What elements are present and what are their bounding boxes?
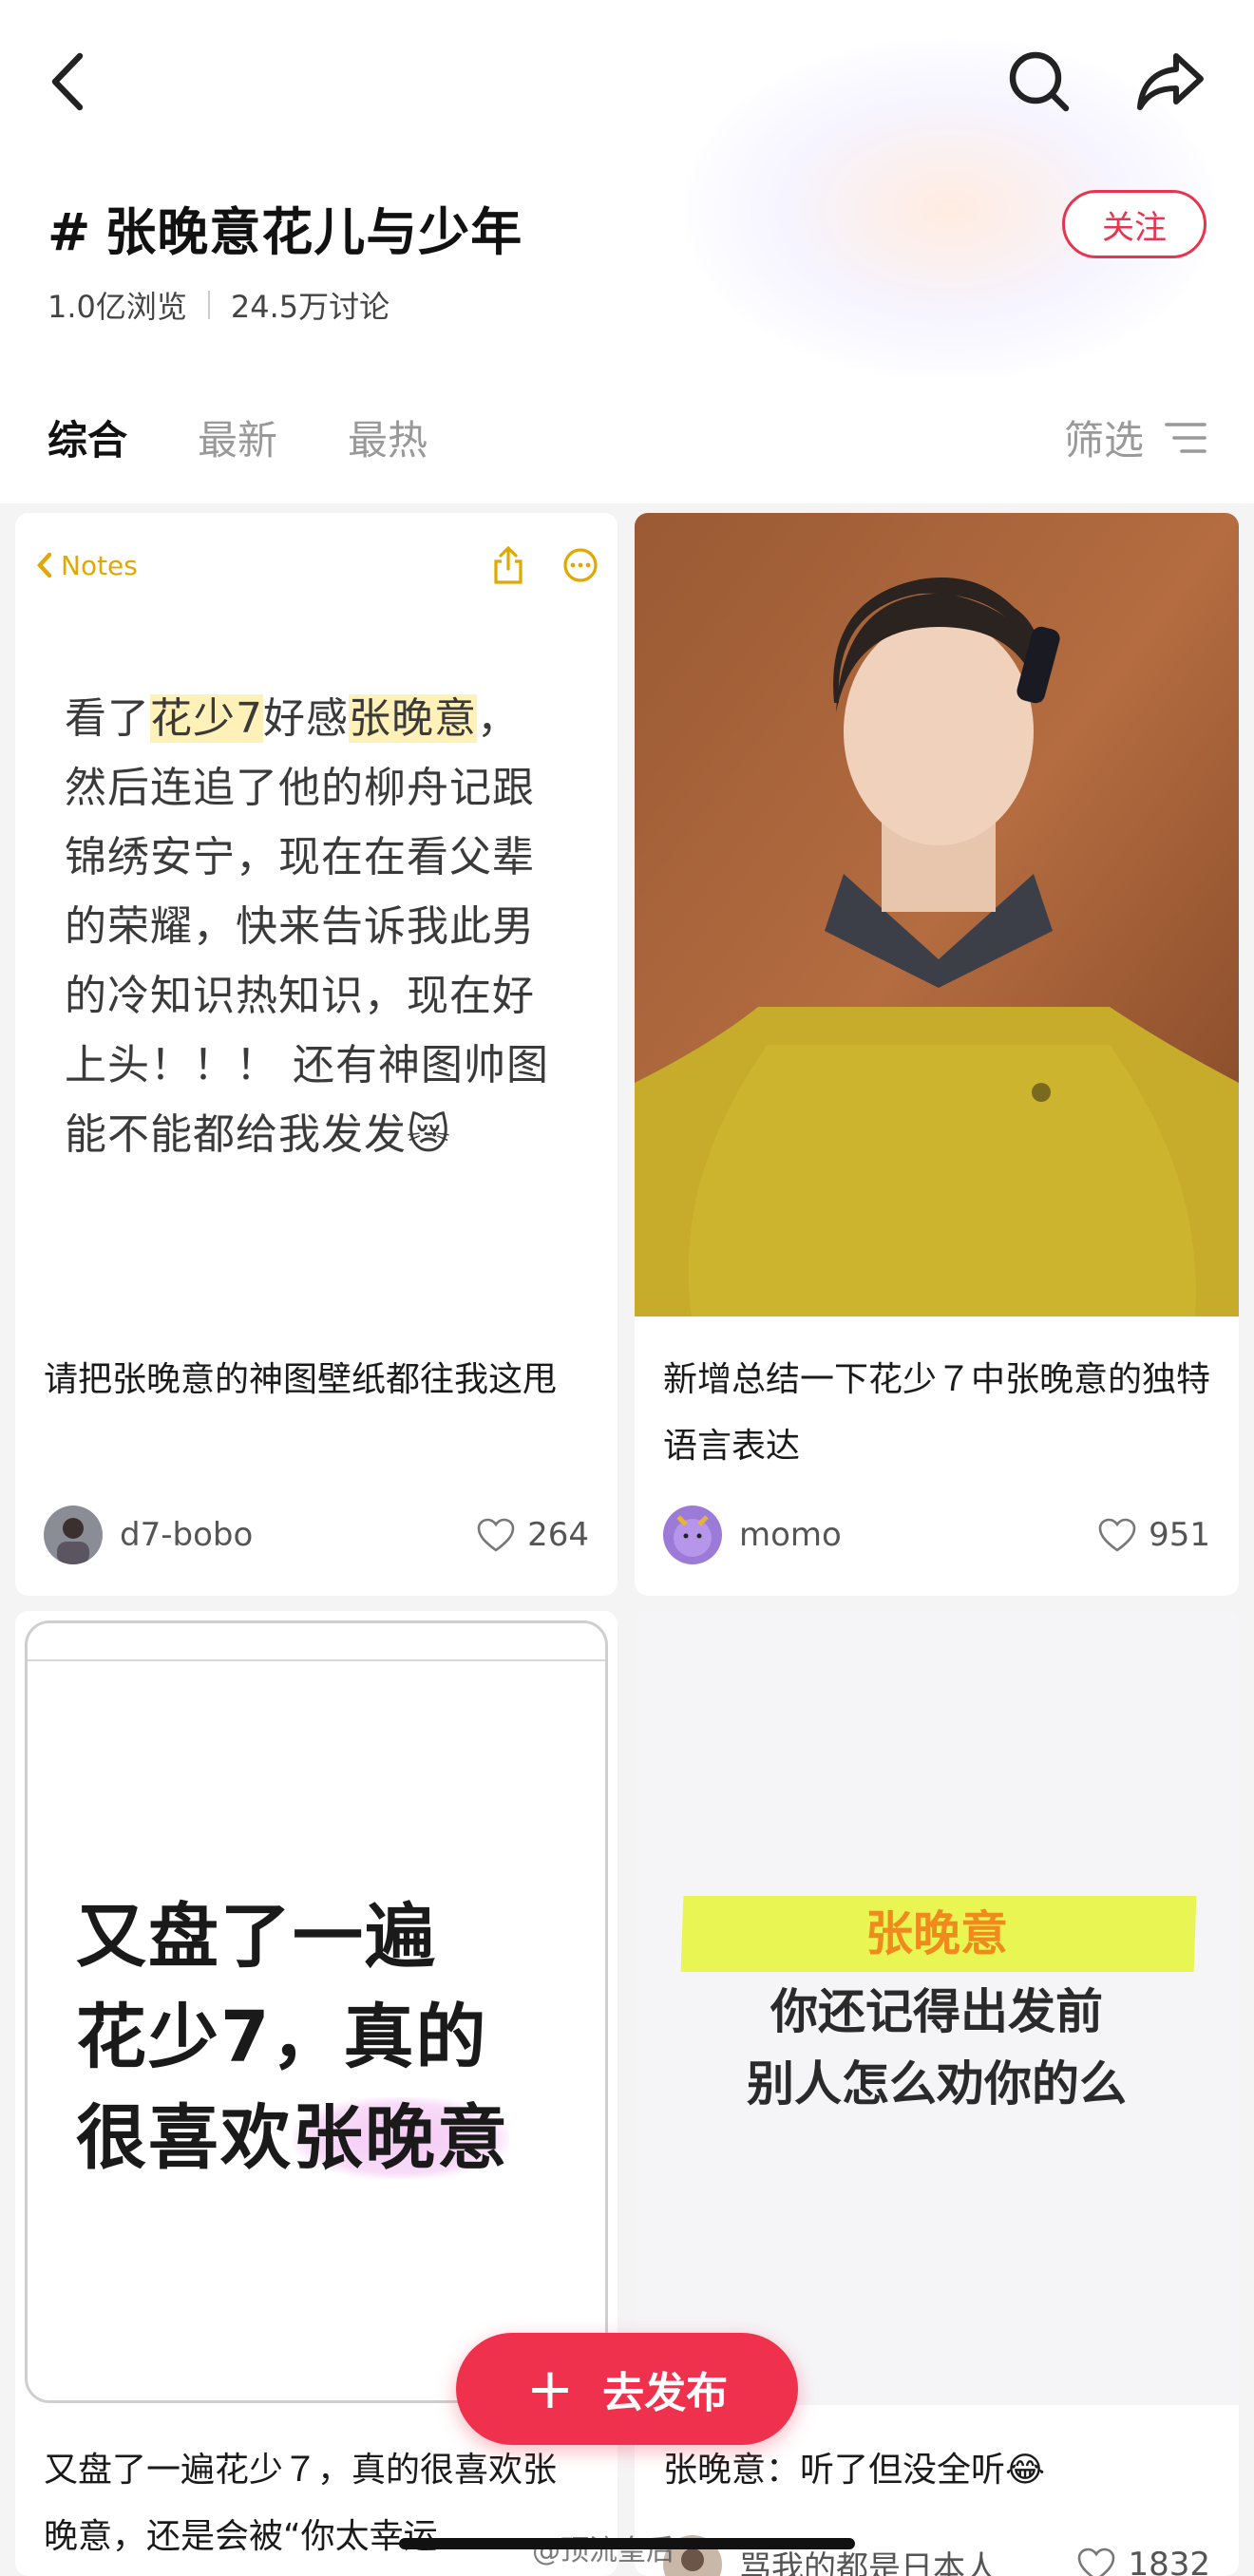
post-meta: momo 951 [663, 1505, 1210, 1565]
follow-button[interactable]: 关注 [1062, 190, 1206, 258]
post-card-photo[interactable]: 新增总结一下花少７中张晚意的独特语言表达 momo 951 [635, 513, 1239, 1596]
views-count: 1.0亿浏览 [48, 289, 187, 325]
notes-text: 好感 [263, 694, 349, 743]
search-button[interactable] [999, 42, 1079, 122]
notes-line: 然后连追了他的柳舟记跟 [65, 764, 535, 812]
search-icon [1009, 51, 1070, 112]
topic-title-text: 张晚意花儿与少年 [104, 202, 523, 262]
notes-toolbar: Notes [34, 532, 598, 598]
like-button[interactable]: 1832 [1076, 2546, 1210, 2576]
post-meta: d7-bobo 264 [44, 1505, 589, 1565]
notes-text: 看了 [65, 694, 150, 743]
post-caption: 又盘了一遍花少７，真的很喜欢张晚意，还是会被“你太幸运 [44, 2451, 558, 2556]
notes-line: 的荣耀，快来告诉我此男 [65, 902, 535, 951]
post-image [635, 513, 1239, 1316]
notes-more-icon [563, 548, 598, 582]
notes-back-label: Notes [61, 549, 138, 581]
notes-back: Notes [34, 550, 138, 581]
status-line [28, 1659, 605, 1661]
notes-highlight: 花少7 [150, 694, 263, 743]
filter-label: 筛选 [1063, 417, 1144, 464]
post-image: 又盘了一遍 花少7，真的 很喜欢张晚意 [15, 1611, 618, 2415]
post-caption: 请把张晚意的神图壁纸都往我这甩 [44, 1360, 558, 1399]
post-caption: 新增总结一下花少７中张晚意的独特语言表达 [663, 1360, 1211, 1466]
filter-icon [1165, 422, 1206, 453]
avatar[interactable] [663, 1506, 722, 1564]
tab-latest[interactable]: 最新 [198, 408, 277, 466]
publish-button[interactable]: + 去发布 [456, 2333, 798, 2445]
hashtag-symbol: # [48, 202, 92, 262]
quote-name: 张晚意 [865, 1906, 1008, 1961]
notes-highlight: 张晚意 [349, 694, 477, 743]
topic-stats: 1.0亿浏览 24.5万讨论 [48, 283, 390, 327]
post-card-notes[interactable]: Notes 看了花少7好感张晚意， 然后连追了他的柳舟记跟 锦绣安宁，现在在看父… [15, 513, 618, 1596]
quote-line: 别人怎么劝你的么 [747, 2056, 1127, 2112]
notes-line: 能不能都给我发发 [65, 1110, 407, 1159]
author-name[interactable]: momo [739, 1516, 1097, 1554]
chevron-left-icon [51, 52, 84, 111]
post-caption: 张晚意：听了但没全听😂 [663, 2451, 1046, 2490]
heart-icon [1098, 1518, 1136, 1552]
notes-body: 看了花少7好感张晚意， 然后连追了他的柳舟记跟 锦绣安宁，现在在看父辈 的荣耀，… [65, 684, 580, 1169]
image-text-line: 很喜欢 [76, 2097, 293, 2179]
notes-line: 上头！！！ 还有神图帅图 [65, 1041, 549, 1089]
cat-emoji: 😿 [407, 1110, 451, 1159]
publish-label: 去发布 [602, 2369, 729, 2417]
like-count: 1832 [1128, 2546, 1210, 2576]
image-text-line: 又盘了一遍 [76, 1896, 437, 1978]
avatar[interactable] [44, 1506, 103, 1564]
feed-tabs: 综合 最新 最热 筛选 [0, 380, 1254, 494]
like-button[interactable]: 951 [1097, 1516, 1210, 1554]
plus-icon: + [525, 2356, 575, 2422]
stats-divider [207, 291, 210, 319]
image-text-highlight: 张晚意 [293, 2097, 509, 2179]
notes-icons [492, 546, 598, 584]
quote-text: 你还记得出发前 别人怎么劝你的么 [635, 1976, 1239, 2120]
like-button[interactable]: 264 [476, 1516, 589, 1554]
share-button[interactable] [1130, 42, 1210, 122]
like-count: 264 [527, 1516, 589, 1554]
page-title: # 张晚意花儿与少年 [48, 190, 522, 265]
tab-comprehensive[interactable]: 综合 [48, 408, 127, 466]
post-image-text: 又盘了一遍 花少7，真的 很喜欢张晚意 [76, 1886, 509, 2188]
back-button[interactable] [28, 42, 108, 122]
author-name[interactable]: d7-bobo [120, 1516, 476, 1554]
share-arrow-icon [1137, 53, 1204, 110]
notes-line: 锦绣安宁，现在在看父辈 [65, 833, 535, 881]
notes-text: ， [477, 694, 520, 743]
notes-chevron-icon [37, 552, 52, 578]
filter-button[interactable]: 筛选 [1064, 408, 1206, 466]
quote-line: 你还记得出发前 [770, 1984, 1103, 2039]
heart-icon [1078, 2548, 1115, 2576]
notes-share-icon [494, 546, 522, 584]
discussion-count: 24.5万讨论 [230, 289, 390, 325]
heart-icon [477, 1518, 515, 1552]
post-image: Notes 看了花少7好感张晚意， 然后连追了他的柳舟记跟 锦绣安宁，现在在看父… [15, 513, 618, 1339]
tab-hottest[interactable]: 最热 [348, 408, 428, 466]
like-count: 951 [1149, 1516, 1210, 1554]
topic-header: # 张晚意花儿与少年 关注 1.0亿浏览 24.5万讨论 综合 最新 最热 筛选 [0, 0, 1254, 503]
notes-line: 的冷知识热知识，现在好 [65, 972, 535, 1020]
home-indicator [399, 2538, 855, 2549]
image-text-line: 花少7，真的 [76, 1997, 488, 2078]
post-image: 张晚意 你还记得出发前 别人怎么劝你的么 [635, 1611, 1239, 2405]
